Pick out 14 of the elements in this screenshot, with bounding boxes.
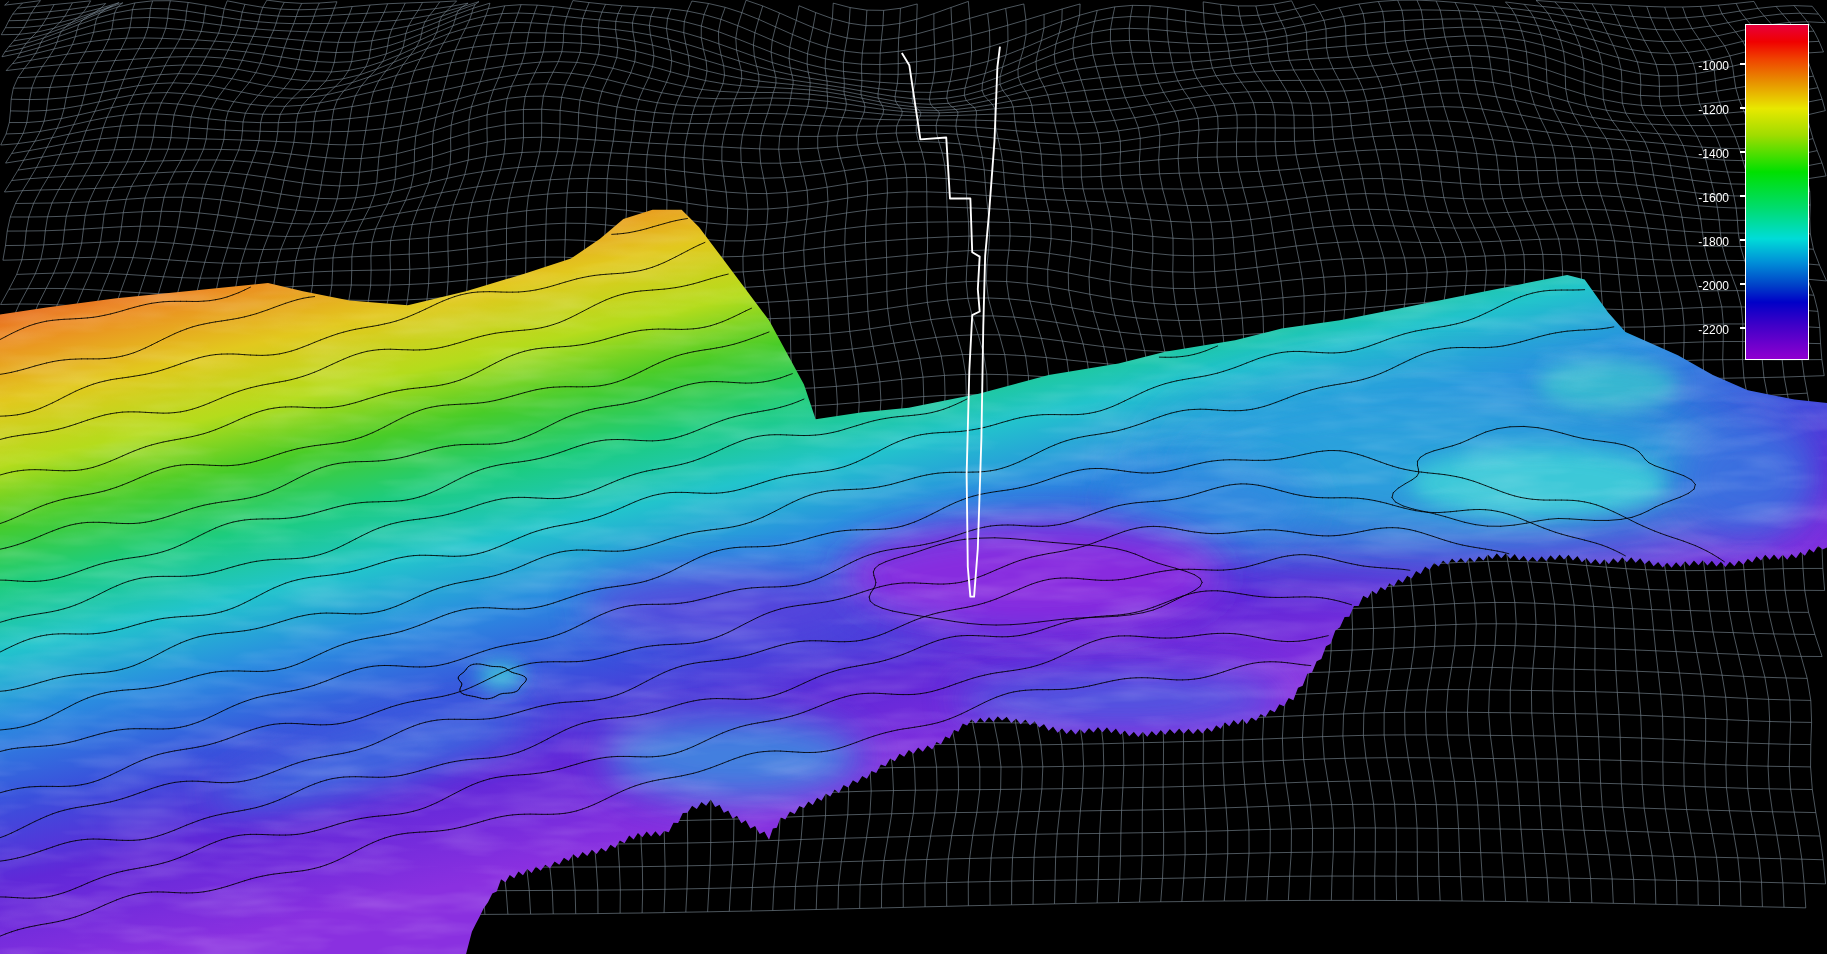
scale-label: -2200 — [1698, 321, 1729, 337]
tick-mark — [1740, 195, 1745, 197]
tick-mark — [1740, 239, 1745, 241]
tick-mark — [1740, 283, 1745, 285]
tick-mark — [1740, 327, 1745, 329]
tick-mark — [1740, 151, 1745, 153]
tick-mark — [1740, 63, 1745, 65]
scale-label: -1600 — [1698, 189, 1729, 205]
scale-label: -1800 — [1698, 233, 1729, 249]
tick-mark — [1740, 107, 1745, 109]
scale-label: -1000 — [1698, 57, 1729, 73]
scale-label: -1400 — [1698, 145, 1729, 161]
scale-label: -2000 — [1698, 277, 1729, 293]
scale-label: -1200 — [1698, 101, 1729, 117]
